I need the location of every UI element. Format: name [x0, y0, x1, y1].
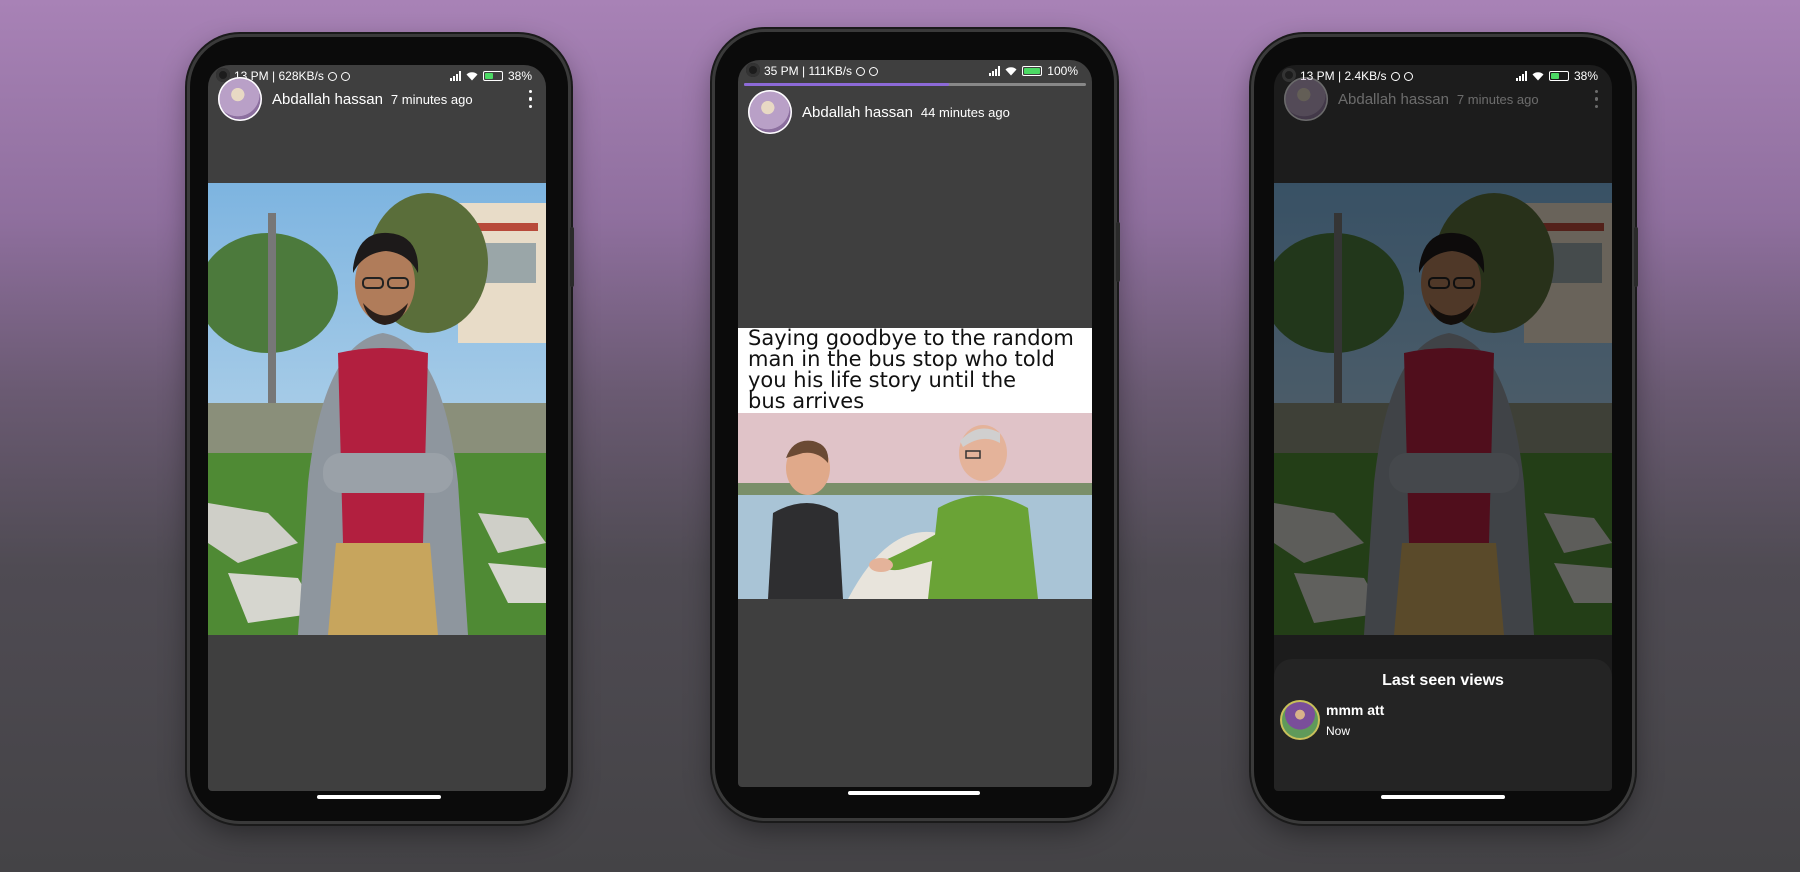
battery-percent: 100% [1047, 64, 1078, 78]
story-photo [208, 183, 546, 635]
front-camera [746, 63, 760, 77]
story-photo [1274, 183, 1612, 635]
home-indicator[interactable] [1381, 795, 1505, 799]
meme-caption-line: you his life story until the [748, 368, 1017, 392]
user-avatar[interactable] [218, 77, 262, 121]
phone-frame-2: 35 PM | 111KB/s 100% Abdallah hassan 44 … [715, 32, 1120, 818]
status-bar: 35 PM | 111KB/s 100% [738, 60, 1092, 82]
side-button [1116, 222, 1120, 282]
meme-caption-line: bus arrives [748, 389, 865, 413]
notification-icon [856, 66, 866, 76]
phone-frame-3: 13 PM | 2.4KB/s 38% Abdallah hassan 7 mi… [1254, 37, 1638, 821]
story-header: Abdallah hassan 44 minutes ago [748, 90, 1082, 134]
home-indicator[interactable] [848, 791, 980, 795]
views-sheet-title: Last seen views [1382, 672, 1504, 689]
more-vertical-icon[interactable] [1591, 86, 1603, 113]
story-progress-fill [744, 83, 950, 86]
signal-icon [989, 66, 1001, 76]
user-avatar[interactable] [748, 90, 792, 134]
side-button [570, 227, 574, 287]
views-bottom-sheet[interactable]: Last seen views mmm att Now [1274, 659, 1612, 791]
side-button [1634, 227, 1638, 287]
username[interactable]: Abdallah hassan [272, 91, 383, 108]
home-indicator[interactable] [317, 795, 441, 799]
story-time-ago: 44 minutes ago [920, 104, 1010, 120]
story-screen-2[interactable]: 35 PM | 111KB/s 100% Abdallah hassan 44 … [738, 60, 1092, 787]
story-time-ago: 7 minutes ago [1456, 91, 1539, 107]
story-progress-bar [744, 83, 1086, 86]
dim-overlay[interactable] [1274, 183, 1612, 635]
story-header: Abdallah hassan 7 minutes ago [1284, 77, 1602, 121]
viewer-name: mmm att [1326, 702, 1385, 718]
viewer-time: Now [1326, 724, 1351, 738]
status-time: 35 PM | 111KB/s [764, 64, 853, 78]
meme-image [738, 413, 1092, 599]
username[interactable]: Abdallah hassan [802, 104, 913, 121]
meme-caption-line: Saying goodbye to the random [748, 326, 1074, 350]
viewer-list-item[interactable]: mmm att Now [1280, 700, 1612, 740]
story-screen-3[interactable]: 13 PM | 2.4KB/s 38% Abdallah hassan 7 mi… [1274, 65, 1612, 791]
user-avatar[interactable] [1284, 77, 1328, 121]
story-header: Abdallah hassan 7 minutes ago [218, 77, 536, 121]
more-vertical-icon[interactable] [525, 86, 537, 113]
meme-caption-line: man in the bus stop who told [748, 347, 1055, 371]
story-screen-1[interactable]: 13 PM | 628KB/s 38% Abdallah hassan 7 mi… [208, 65, 546, 791]
story-time-ago: 7 minutes ago [390, 91, 473, 107]
battery-icon [1022, 66, 1043, 76]
meme-caption: Saying goodbye to the random man in the … [738, 328, 1092, 413]
username[interactable]: Abdallah hassan [1338, 91, 1449, 108]
phone-frame-1: 13 PM | 628KB/s 38% Abdallah hassan 7 mi… [190, 37, 574, 821]
viewer-avatar [1280, 700, 1320, 740]
notification-icon [869, 66, 879, 76]
wifi-icon [1005, 67, 1017, 76]
